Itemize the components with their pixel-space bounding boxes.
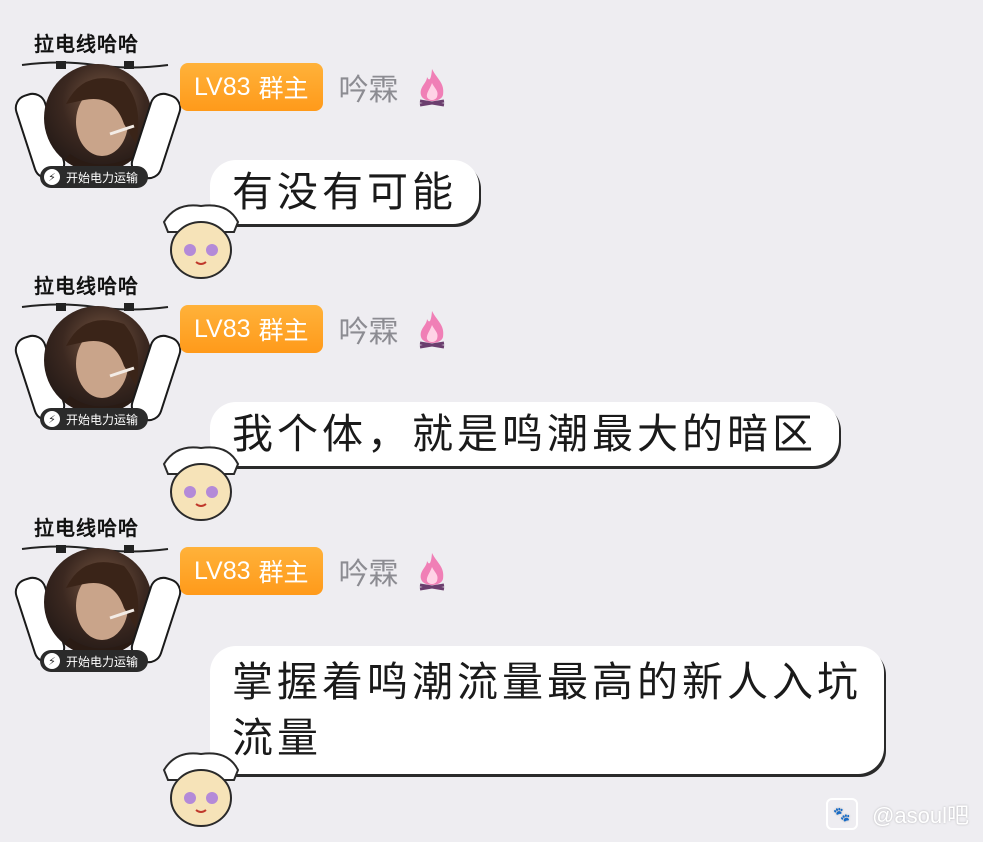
avatar-frame[interactable]: 拉电线哈哈 ⚡ 开始电力运输 [11,514,185,694]
username[interactable]: 吟霖 [339,549,399,593]
role-text: 群主 [258,75,309,103]
power-transport-label: 开始电力运输 [66,170,139,185]
avatar-frame-title: 拉电线哈哈 [34,274,139,298]
paw-icon: 🐾 [826,798,859,830]
level-badge[interactable]: LV83 群主 [180,305,323,353]
bolt-icon: ⚡ [44,169,60,185]
bolt-icon: ⚡ [44,653,60,669]
role-text: 群主 [258,559,309,587]
watermark-text: @asoul吧 [872,803,969,828]
message-line: 有没有可能 [232,168,457,216]
message-bubble[interactable]: 我个体，就是鸣潮最大的暗区 [210,402,839,466]
message-bubble[interactable]: 有没有可能 [210,160,479,224]
message-bubble[interactable]: 掌握着鸣潮流量最高的新人入坑 流量 [210,646,884,774]
power-transport-badge[interactable]: ⚡ 开始电力运输 [40,408,149,430]
level-text: LV83 [194,72,251,101]
power-transport-badge[interactable]: ⚡ 开始电力运输 [40,650,149,672]
watermark: 🐾 @asoul吧 [826,798,969,830]
power-transport-badge[interactable]: ⚡ 开始电力运输 [40,166,149,188]
avatar-frame[interactable]: 拉电线哈哈 ⚡ 开始电力运输 [11,30,185,210]
power-transport-label: 开始电力运输 [66,412,139,427]
bolt-icon: ⚡ [44,411,60,427]
level-badge[interactable]: LV83 群主 [180,547,323,595]
power-transport-label: 开始电力运输 [66,654,139,669]
username[interactable]: 吟霖 [339,65,399,109]
role-text: 群主 [258,317,309,345]
chat-message: 拉电线哈哈 ⚡ 开始电力运输 LV83 群主 吟霖 [0,484,983,842]
level-text: LV83 [194,556,251,585]
username[interactable]: 吟霖 [339,307,399,351]
message-header: LV83 群主 吟霖 [180,62,449,112]
mascot-sticker [162,752,240,827]
message-line: 流量 [232,714,322,762]
message-line: 我个体，就是鸣潮最大的暗区 [232,410,817,458]
level-text: LV83 [194,314,251,343]
chat-message: 拉电线哈哈 ⚡ 开始电力运输 LV83 群主 吟霖 [0,242,983,521]
flame-icon [419,311,444,349]
message-header: LV83 群主 吟霖 [180,304,449,354]
avatar-frame-title: 拉电线哈哈 [34,32,139,56]
avatar-frame-title: 拉电线哈哈 [34,516,139,540]
level-badge[interactable]: LV83 群主 [180,63,323,111]
flame-icon [419,553,444,591]
flame-icon [419,69,444,107]
message-line: 掌握着鸣潮流量最高的新人入坑 [232,658,862,706]
avatar-frame[interactable]: 拉电线哈哈 ⚡ 开始电力运输 [11,272,185,452]
message-header: LV83 群主 吟霖 [180,546,449,596]
chat-message: 拉电线哈哈 ⚡ 开始电力运输 LV83 群主 吟霖 [0,0,983,279]
